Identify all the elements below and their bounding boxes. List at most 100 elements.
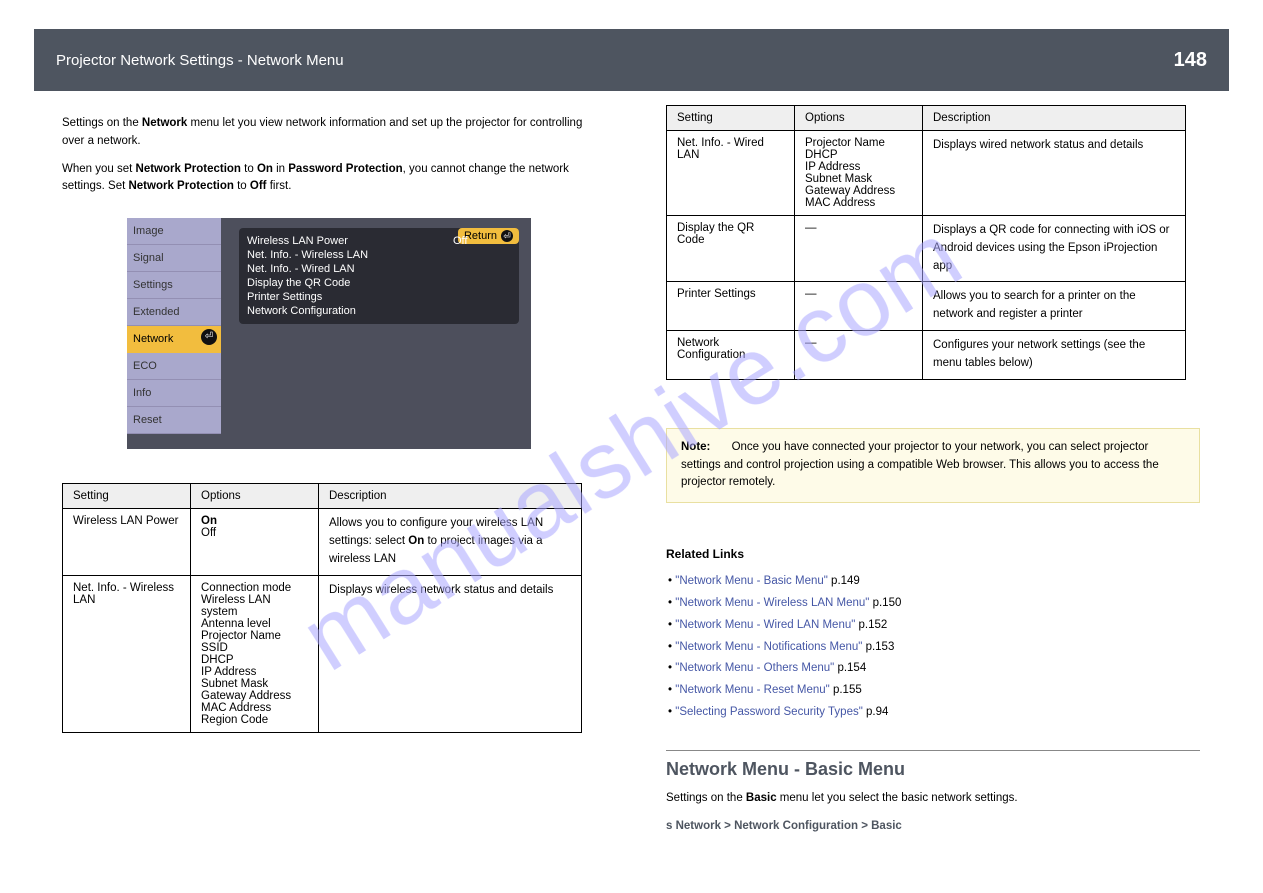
opt: Connection mode	[201, 582, 291, 594]
table-row: Wireless LAN Power On Off Allows you to …	[63, 509, 582, 575]
opt: MAC Address	[805, 197, 875, 209]
tab-network[interactable]: Network	[127, 326, 221, 353]
t: p.155	[833, 684, 862, 696]
related-link[interactable]: "Network Menu - Wireless LAN Menu"	[675, 597, 869, 609]
t: Password Protection	[288, 163, 402, 175]
opt: DHCP	[805, 149, 838, 161]
related-link[interactable]: "Network Menu - Reset Menu"	[675, 684, 830, 696]
section-paragraph: Settings on the Basic menu let you selec…	[666, 790, 1200, 808]
panel-item-qr[interactable]: Display the QR Code	[247, 276, 511, 290]
t: menu let you select the basic network se…	[777, 792, 1018, 804]
cell-desc: Allows you to search for a printer on th…	[923, 282, 1186, 331]
table-row: Network Configuration — Configures your …	[667, 331, 1186, 380]
related-link[interactable]: "Network Menu - Others Menu"	[675, 662, 834, 674]
tab-image[interactable]: Image	[127, 218, 221, 245]
t: p.154	[837, 662, 866, 674]
panel-items: Wireless LAN PowerOff Net. Info. - Wirel…	[239, 228, 519, 324]
menu-panel: Return ⏎ Wireless LAN PowerOff Net. Info…	[221, 218, 531, 449]
panel-item-wlan-power[interactable]: Wireless LAN PowerOff	[247, 234, 511, 248]
cell-desc: Displays wired network status and detail…	[923, 131, 1186, 216]
related-heading: Related Links	[666, 547, 744, 561]
settings-table-left: Setting Options Description Wireless LAN…	[62, 483, 582, 732]
th-setting: Setting	[667, 106, 795, 131]
th-options: Options	[795, 106, 923, 131]
opt: Region Code	[201, 714, 268, 726]
related-link-item: • "Network Menu - Basic Menu" p.149	[668, 571, 1200, 593]
th-setting: Setting	[63, 484, 191, 509]
opt: Off	[201, 527, 216, 539]
th-description: Description	[923, 106, 1186, 131]
related-link-item: • "Selecting Password Security Types" p.…	[668, 702, 1200, 724]
section-separator	[666, 750, 1200, 751]
panel-item-net-info-wired[interactable]: Net. Info. - Wired LAN	[247, 262, 511, 276]
protect-paragraph: When you set Network Protection to On in…	[62, 161, 596, 197]
cell-desc: Configures your network settings (see th…	[923, 331, 1186, 380]
opt: IP Address	[805, 161, 860, 173]
related-link-item: • "Network Menu - Others Menu" p.154	[668, 658, 1200, 680]
cell-setting: Net. Info. - Wired LAN	[667, 131, 795, 216]
opt: Projector Name	[805, 137, 885, 149]
tab-extended[interactable]: Extended	[127, 299, 221, 326]
cell-options: On Off	[191, 509, 319, 575]
panel-item-printer[interactable]: Printer Settings	[247, 290, 511, 304]
table-row: Display the QR Code — Displays a QR code…	[667, 216, 1186, 282]
t: p.149	[831, 575, 860, 587]
pi-label: Net. Info. - Wired LAN	[247, 262, 511, 276]
related-link[interactable]: "Network Menu - Wired LAN Menu"	[675, 619, 855, 631]
t: Settings on the	[666, 792, 746, 804]
pi-label: Net. Info. - Wireless LAN	[247, 248, 511, 262]
tab-info[interactable]: Info	[127, 380, 221, 407]
cell-options: —	[795, 216, 923, 282]
th-options: Options	[191, 484, 319, 509]
panel-item-net-info-wlan[interactable]: Net. Info. - Wireless LAN	[247, 248, 511, 262]
cell-desc: Displays wireless network status and det…	[319, 575, 582, 732]
opt: DHCP	[201, 654, 234, 666]
page-header: Projector Network Settings - Network Men…	[34, 29, 1229, 91]
t: Network Protection	[128, 180, 233, 192]
panel-item-net-config[interactable]: Network Configuration	[247, 304, 511, 318]
t: When you set	[62, 163, 136, 175]
t: On	[257, 163, 273, 175]
th-description: Description	[319, 484, 582, 509]
tab-eco[interactable]: ECO	[127, 353, 221, 380]
right-column: Setting Options Description Net. Info. -…	[666, 105, 1200, 836]
t: to	[234, 180, 250, 192]
tab-signal[interactable]: Signal	[127, 245, 221, 272]
cell-options: Connection mode Wireless LAN system Ante…	[191, 575, 319, 732]
opt: IP Address	[201, 666, 256, 678]
tab-settings[interactable]: Settings	[127, 272, 221, 299]
cell-options: —	[795, 282, 923, 331]
section-title: Network Menu - Basic Menu	[666, 759, 1200, 780]
t: p.153	[866, 641, 895, 653]
left-column: Settings on the Network menu let you vie…	[62, 105, 596, 836]
menu-tabs: Image Signal Settings Extended Network E…	[127, 218, 221, 449]
breadcrumb: Projector Network Settings - Network Men…	[56, 52, 344, 69]
t: Network Protection	[136, 163, 241, 175]
pi-label: Wireless LAN Power	[247, 234, 453, 248]
related-link[interactable]: "Network Menu - Notifications Menu"	[675, 641, 862, 653]
related-link[interactable]: "Network Menu - Basic Menu"	[675, 575, 828, 587]
pi-label: Network Configuration	[247, 304, 511, 318]
related-link-item: • "Network Menu - Notifications Menu" p.…	[668, 637, 1200, 659]
tab-reset[interactable]: Reset	[127, 407, 221, 434]
pi-label: Printer Settings	[247, 290, 511, 304]
opt: Gateway Address	[805, 185, 895, 197]
cell-options: —	[795, 331, 923, 380]
section-nav: s Network > Network Configuration > Basi…	[666, 818, 1200, 836]
cell-setting: Net. Info. - Wireless LAN	[63, 575, 191, 732]
opt: Antenna level	[201, 618, 271, 630]
opt: Gateway Address	[201, 690, 291, 702]
cell-setting: Wireless LAN Power	[63, 509, 191, 575]
note-box: Note: Once you have connected your proje…	[666, 428, 1200, 503]
cell-setting: Printer Settings	[667, 282, 795, 331]
related-link[interactable]: "Selecting Password Security Types"	[675, 706, 863, 718]
intro-text: Settings on the	[62, 117, 142, 129]
cell-desc: Displays a QR code for connecting with i…	[923, 216, 1186, 282]
table-row: Net. Info. - Wireless LAN Connection mod…	[63, 575, 582, 732]
opt: Projector Name	[201, 630, 281, 642]
projector-menu-screenshot: Image Signal Settings Extended Network E…	[127, 218, 531, 449]
related-link-item: • "Network Menu - Reset Menu" p.155	[668, 680, 1200, 702]
opt: On	[201, 515, 217, 527]
opt: Wireless LAN system	[201, 594, 271, 618]
note-label: Note:	[681, 441, 710, 453]
